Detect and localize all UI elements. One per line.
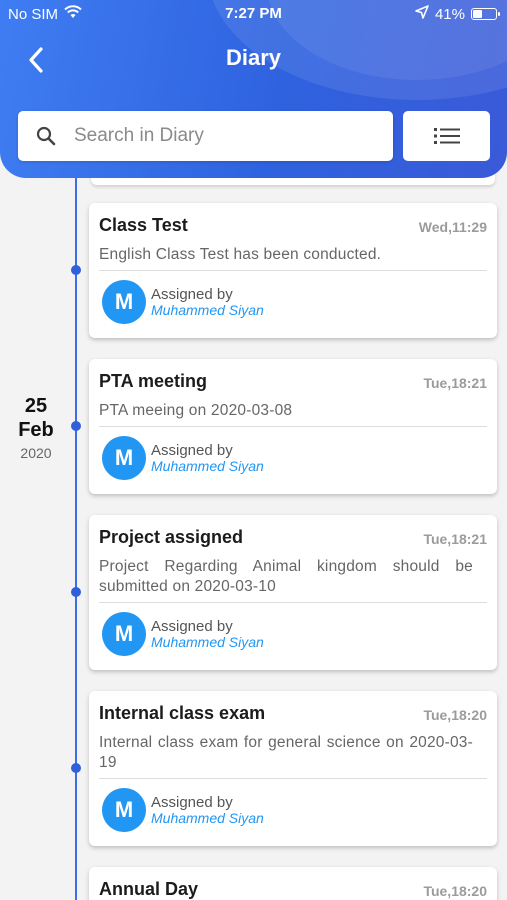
entry-description: PTA meeing on 2020-03-08 [99,402,293,419]
battery-icon [471,8,500,20]
diary-entry-card[interactable]: PTA meeting Tue,18:21 PTA meeing on 2020… [89,359,497,494]
timeline-dot [71,763,81,773]
entry-description: English Class Test has been conducted. [99,246,382,263]
assigned-by-label: Assigned by [151,794,233,811]
diary-entry-card[interactable]: Internal class exam Tue,18:20 Internal c… [89,691,497,846]
entry-time: Tue,18:21 [423,375,487,391]
page-title: Diary [225,45,282,70]
timeline-dot [71,421,81,431]
entry-title: Class Test [99,215,188,235]
avatar: M [102,612,146,656]
avatar: M [102,280,146,324]
divider [99,426,487,427]
battery-percent: 41% [434,5,465,23]
assigned-by-label: Assigned by [151,286,233,303]
entry-description: Internal class exam for general science … [99,734,473,771]
search-input[interactable] [74,125,374,147]
divider [99,602,487,603]
diary-entry-card[interactable]: Annual Day Tue,18:20 [89,867,497,900]
entry-title: Annual Day [99,879,199,899]
status-bar-right: 41% [415,5,500,23]
timeline-date: 25 Feb 2020 [0,394,72,462]
entry-time: Tue,18:21 [423,531,487,547]
entry-description: Project Regarding Animal kingdom should … [99,558,473,595]
timeline-dot [71,265,81,275]
entry-title: Internal class exam [99,703,266,723]
assigned-by-name[interactable]: Muhammed Siyan [151,810,264,826]
date-year: 2020 [20,445,52,461]
app-header: No SIM 7:27 PM 41% Diary [0,0,507,178]
entry-time: Wed,11:29 [418,219,487,235]
search-icon [18,126,74,146]
diary-entry-card[interactable]: Project assigned Tue,18:21 Project Regar… [89,515,497,670]
assigned-by-label: Assigned by [151,618,233,635]
date-month: Feb [18,419,54,441]
entry-title: Project assigned [99,527,244,547]
location-arrow-icon [415,5,429,23]
avatar: M [102,436,146,480]
filter-list-button[interactable] [403,111,490,161]
list-icon [433,128,460,144]
assigned-by-label: Assigned by [151,442,233,459]
entry-time: Tue,18:20 [423,883,487,899]
assigned-by-name[interactable]: Muhammed Siyan [151,302,264,318]
assigned-by-name[interactable]: Muhammed Siyan [151,458,264,474]
entry-title: PTA meeting [99,371,208,391]
timeline-line [75,175,77,900]
entry-time: Tue,18:20 [423,707,487,723]
diary-entry-card[interactable]: Class Test Wed,11:29 English Class Test … [89,203,497,338]
status-bar: No SIM 7:27 PM 41% [0,0,507,28]
timeline-dot [71,587,81,597]
assigned-by-name[interactable]: Muhammed Siyan [151,634,264,650]
divider [99,270,487,271]
battery-fill [473,10,482,18]
avatar: M [102,788,146,832]
date-day: 25 [24,395,48,417]
divider [99,778,487,779]
search-bar[interactable] [18,111,393,161]
